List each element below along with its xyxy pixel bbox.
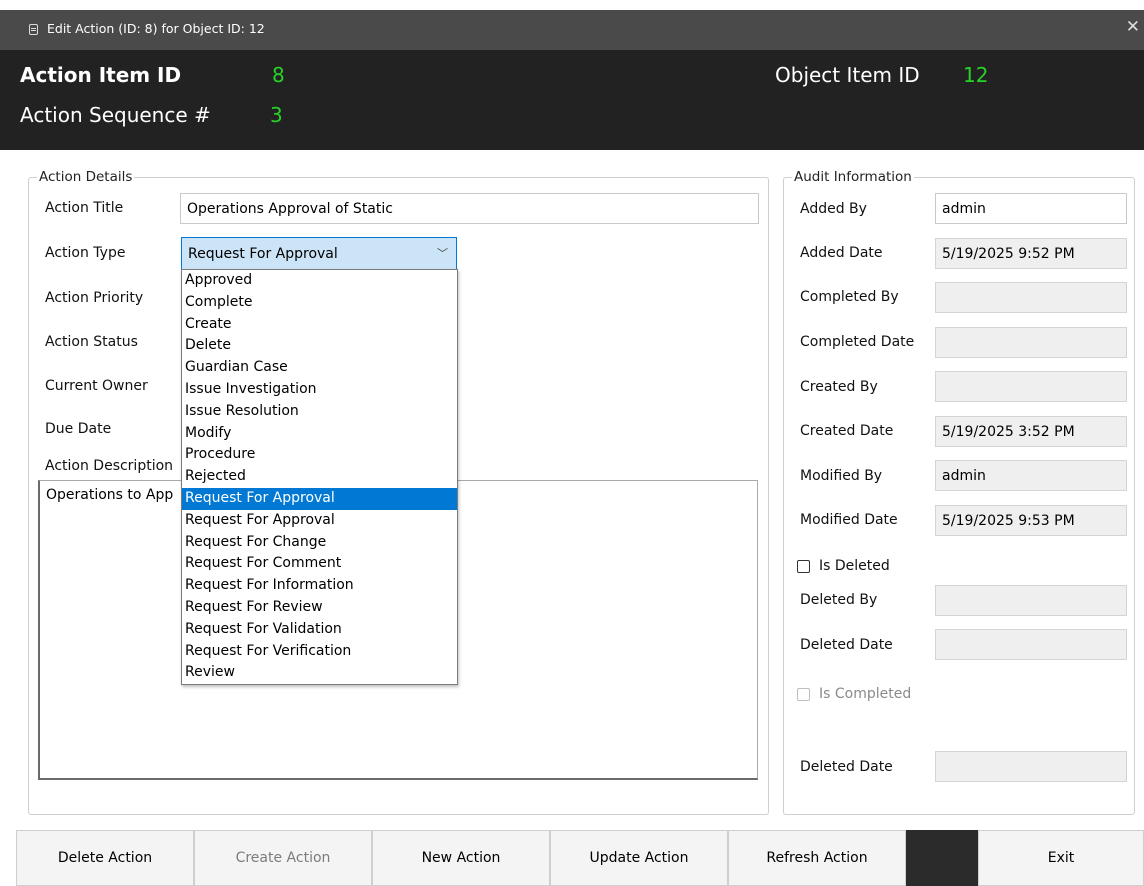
window-title: Edit Action (ID: 8) for Object ID: 12: [47, 21, 265, 36]
modified-by-label: Modified By: [800, 468, 883, 484]
action-type-dropdown-list[interactable]: Approved Complete Create Delete Guardian Cas…: [181, 269, 458, 685]
object-item-id-value: 12: [963, 63, 989, 87]
action-sequence-label: Action Sequence #: [20, 103, 211, 127]
action-type-value: Request For Approval: [188, 246, 338, 262]
is-completed-label: Is Completed: [819, 686, 912, 702]
completed-date-label: Completed Date: [800, 334, 915, 350]
dropdown-option[interactable]: Request For Comment: [182, 553, 457, 575]
action-title-field[interactable]: Operations Approval of Static: [180, 193, 759, 224]
dropdown-option[interactable]: Request For Validation: [182, 619, 457, 641]
completed-by-label: Completed By: [800, 289, 899, 305]
action-details-legend: Action Details: [37, 169, 135, 185]
added-by-label: Added By: [800, 201, 867, 217]
button-bar: Delete Action Create Action New Action U…: [0, 830, 1144, 886]
created-date-field: 5/19/2025 3:52 PM: [935, 416, 1127, 447]
update-action-button[interactable]: Update Action: [550, 830, 728, 886]
dropdown-option[interactable]: Issue Investigation: [182, 379, 457, 401]
exit-button[interactable]: Exit: [978, 830, 1144, 886]
completed-by-field: [935, 282, 1127, 313]
audit-information-group: Audit Information: [783, 169, 1135, 815]
deleted-date-field: [935, 629, 1127, 660]
audit-information-legend: Audit Information: [792, 169, 914, 185]
action-priority-label: Action Priority: [45, 290, 144, 306]
object-item-id-label: Object Item ID: [775, 63, 920, 87]
chevron-down-icon[interactable]: ﹀: [437, 245, 448, 261]
action-item-id-value: 8: [272, 63, 285, 87]
deleted-date-2-label: Deleted Date: [800, 759, 893, 775]
action-type-label: Action Type: [45, 245, 126, 261]
action-type-combo[interactable]: Request For Approval ﹀: [181, 237, 457, 270]
dropdown-option[interactable]: Delete: [182, 335, 457, 357]
dropdown-option[interactable]: Guardian Case: [182, 357, 457, 379]
button-bar-spacer: [906, 830, 978, 886]
added-by-field[interactable]: admin: [935, 193, 1127, 224]
is-deleted-checkbox[interactable]: [797, 560, 810, 573]
action-description-label: Action Description: [45, 458, 174, 474]
created-by-field: [935, 371, 1127, 402]
window-title-bar: Edit Action (ID: 8) for Object ID: 12 ✕: [0, 10, 1144, 50]
dropdown-option[interactable]: Rejected: [182, 466, 457, 488]
action-title-label: Action Title: [45, 200, 124, 216]
deleted-by-field: [935, 585, 1127, 616]
modified-by-field: admin: [935, 460, 1127, 491]
header-band: Action Item ID 8 Action Sequence # 3 Obj…: [0, 50, 1144, 150]
action-status-label: Action Status: [45, 334, 138, 350]
dropdown-option[interactable]: Review: [182, 662, 457, 684]
dropdown-option[interactable]: Complete: [182, 292, 457, 314]
dropdown-option[interactable]: Request For Review: [182, 597, 457, 619]
due-date-label: Due Date: [45, 421, 112, 437]
modified-date-label: Modified Date: [800, 512, 898, 528]
refresh-action-button[interactable]: Refresh Action: [728, 830, 906, 886]
close-icon[interactable]: ✕: [1126, 17, 1140, 37]
dropdown-option[interactable]: Create: [182, 314, 457, 336]
modified-date-field: 5/19/2025 9:53 PM: [935, 505, 1127, 536]
created-by-label: Created By: [800, 379, 878, 395]
completed-date-field: [935, 327, 1127, 358]
create-action-button: Create Action: [194, 830, 372, 886]
added-date-label: Added Date: [800, 245, 883, 261]
new-action-button[interactable]: New Action: [372, 830, 550, 886]
dropdown-option[interactable]: Procedure: [182, 444, 457, 466]
delete-action-button[interactable]: Delete Action: [16, 830, 194, 886]
is-completed-checkbox: [797, 688, 810, 701]
dropdown-option[interactable]: Request For Approval: [182, 487, 457, 510]
action-item-id-label: Action Item ID: [20, 63, 182, 87]
action-description-text: Operations to App: [46, 487, 174, 503]
dropdown-option[interactable]: Request For Approval: [182, 510, 457, 532]
current-owner-label: Current Owner: [45, 378, 148, 394]
dropdown-option[interactable]: Request For Verification: [182, 641, 457, 663]
action-sequence-value: 3: [270, 103, 283, 127]
app-icon: [29, 24, 38, 35]
dropdown-option[interactable]: Issue Resolution: [182, 401, 457, 423]
deleted-date-label: Deleted Date: [800, 637, 893, 653]
dropdown-option[interactable]: Request For Change: [182, 532, 457, 554]
deleted-by-label: Deleted By: [800, 592, 878, 608]
dropdown-option[interactable]: Approved: [182, 270, 457, 292]
dropdown-option[interactable]: Request For Information: [182, 575, 457, 597]
dropdown-option[interactable]: Modify: [182, 423, 457, 445]
deleted-date-2-field: [935, 751, 1127, 782]
is-deleted-label: Is Deleted: [819, 558, 890, 574]
added-date-field: 5/19/2025 9:52 PM: [935, 238, 1127, 269]
created-date-label: Created Date: [800, 423, 894, 439]
